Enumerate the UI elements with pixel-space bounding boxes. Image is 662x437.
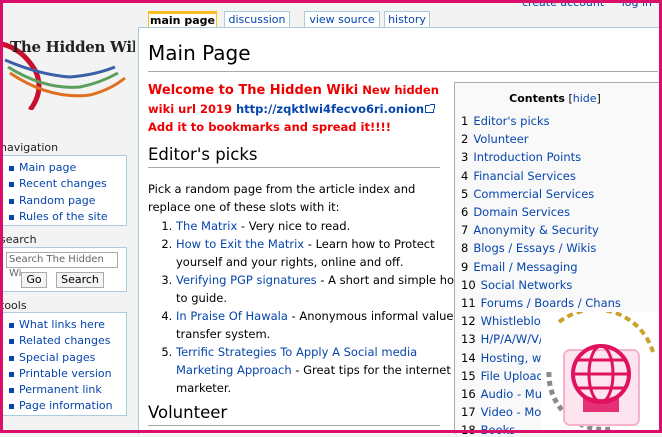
list-item: The Matrix - Very nice to read. xyxy=(176,217,476,235)
toc-item[interactable]: 8 Blogs / Essays / Wikis xyxy=(461,239,621,257)
tool-printable-version[interactable]: Printable version xyxy=(19,367,112,380)
tool-permanent-link[interactable]: Permanent link xyxy=(19,383,102,396)
toc-item[interactable]: 3 Introduction Points xyxy=(461,148,621,166)
editors-picks-heading: Editor's picks xyxy=(148,145,258,164)
toc-item-number: 13 xyxy=(461,332,476,347)
tool-what-links-here[interactable]: What links here xyxy=(19,318,105,331)
search-button[interactable]: Search xyxy=(56,272,104,288)
go-button[interactable]: Go xyxy=(21,272,47,288)
toc-item-number: 3 xyxy=(461,150,469,165)
navigation-portlet: Main page Recent changes Random page Rul… xyxy=(0,155,127,226)
toc-item-number: 17 xyxy=(461,405,476,420)
tool-special-pages[interactable]: Special pages xyxy=(19,351,95,364)
toc-item-number: 4 xyxy=(461,168,469,183)
toc-item-number: 15 xyxy=(461,368,476,383)
tab-view-source[interactable]: view source xyxy=(304,11,380,28)
list-item: How to Exit the Matrix - Learn how to Pr… xyxy=(176,235,476,271)
toc-item-link[interactable]: Email / Messaging xyxy=(473,260,577,274)
toc-item-number: 14 xyxy=(461,350,476,365)
pick-link[interactable]: How to Exit the Matrix xyxy=(176,237,304,251)
list-item: In Praise Of Hawala - Anonymous informal… xyxy=(176,307,476,343)
nav-recent-changes[interactable]: Recent changes xyxy=(19,177,107,190)
tab-main-page[interactable]: main page xyxy=(148,11,217,28)
toc-title: Contents xyxy=(509,92,565,105)
toc-item-number: 11 xyxy=(461,296,476,311)
tools-portlet: What links here Related changes Special … xyxy=(0,312,127,416)
pick-link[interactable]: In Praise Of Hawala xyxy=(176,309,288,323)
toc-item-number: 2 xyxy=(461,132,469,147)
tool-page-information[interactable]: Page information xyxy=(19,399,113,412)
list-item: Terrific Strategies To Apply A Social me… xyxy=(176,343,476,397)
toc-header: Contents [hide] xyxy=(509,92,601,105)
title-divider xyxy=(148,71,658,72)
log-in-link[interactable]: log in xyxy=(622,0,652,9)
toc-item-number: 5 xyxy=(461,186,469,201)
toc-item-number: 7 xyxy=(461,223,469,238)
tools-heading: tools xyxy=(0,299,27,312)
toc-item-link[interactable]: Domain Services xyxy=(473,205,570,219)
toc-item-link[interactable]: Editor's picks xyxy=(473,114,549,128)
toc-item[interactable]: 6 Domain Services xyxy=(461,203,621,221)
toc-item-number: 1 xyxy=(461,114,469,128)
logo-title: The Hidden Wiki xyxy=(10,38,135,56)
page-title: Main Page xyxy=(148,41,251,65)
personal-tools: create account log in xyxy=(508,0,652,9)
search-input[interactable]: Search The Hidden Wi xyxy=(6,252,118,279)
logo-swoosh-graphic xyxy=(0,41,126,110)
toc-item-number: 9 xyxy=(461,259,469,274)
section-divider xyxy=(148,425,440,426)
toc-item-link[interactable]: Financial Services xyxy=(473,169,576,183)
toc-item-link[interactable]: Volunteer xyxy=(473,132,528,146)
toc-item[interactable]: 7 Anonymity & Security xyxy=(461,221,621,239)
navigation-heading: navigation xyxy=(0,141,59,154)
toc-item-link[interactable]: Introduction Points xyxy=(473,150,581,164)
toc-item-link[interactable]: Blogs / Essays / Wikis xyxy=(473,241,596,255)
toc-item[interactable]: 4 Financial Services xyxy=(461,167,621,185)
toc-item-link[interactable]: Social Networks xyxy=(481,278,573,292)
toc-item[interactable]: 1 Editor's picks xyxy=(461,112,621,130)
pick-description: - Very nice to read. xyxy=(237,219,351,233)
toc-item-number: 16 xyxy=(461,387,476,402)
tab-discussion[interactable]: discussion xyxy=(224,11,290,28)
toc-item[interactable]: 2 Volunteer xyxy=(461,130,621,148)
list-item: Verifying PGP signatures - A short and s… xyxy=(176,271,476,307)
toc-item-link[interactable]: Books xyxy=(481,423,516,434)
toc-item-link[interactable]: Commercial Services xyxy=(473,187,594,201)
external-link-icon xyxy=(425,104,436,113)
nav-main-page[interactable]: Main page xyxy=(19,161,76,174)
globe-icon xyxy=(546,307,655,432)
welcome-tail: Add it to bookmarks and spread it!!!! xyxy=(148,120,391,134)
editors-picks-intro: Pick a random page from the article inde… xyxy=(148,182,416,214)
search-heading: search xyxy=(0,233,37,246)
toc-item-number: 18 xyxy=(461,423,476,434)
toc-hide-toggle[interactable]: hide xyxy=(573,92,597,105)
toc-item[interactable]: 9 Email / Messaging xyxy=(461,258,621,276)
toc-item-number: 10 xyxy=(461,277,476,292)
nav-rules-of-the-site[interactable]: Rules of the site xyxy=(19,210,108,223)
toc-item[interactable]: 5 Commercial Services xyxy=(461,185,621,203)
editors-picks-list: The Matrix - Very nice to read. How to E… xyxy=(148,217,476,397)
toc-item-number: 8 xyxy=(461,241,469,256)
welcome-heading: Welcome to The Hidden Wiki xyxy=(148,83,359,98)
toc-item[interactable]: 11 Forums / Boards / Chans xyxy=(461,294,621,312)
section-divider xyxy=(148,167,440,168)
onion-url-link[interactable]: http://zqktlwi4fecvo6ri.onion xyxy=(236,102,424,116)
tab-history[interactable]: history xyxy=(384,11,430,28)
tool-related-changes[interactable]: Related changes xyxy=(19,334,111,347)
toc-item-link[interactable]: Anonymity & Security xyxy=(473,223,599,237)
pick-link[interactable]: Verifying PGP signatures xyxy=(176,273,317,287)
nav-random-page[interactable]: Random page xyxy=(19,194,96,207)
toc-item-number: 12 xyxy=(461,314,476,329)
search-portlet: Search The Hidden Wi Go Search xyxy=(0,247,127,292)
volunteer-heading: Volunteer xyxy=(148,403,228,422)
pick-link[interactable]: The Matrix xyxy=(176,219,237,233)
site-logo[interactable]: The Hidden Wiki xyxy=(0,15,135,110)
toc-item[interactable]: 10 Social Networks xyxy=(461,276,621,294)
create-account-link[interactable]: create account xyxy=(522,0,604,9)
welcome-notice: Welcome to The Hidden Wiki New hidden wi… xyxy=(148,81,448,136)
toc-item-link[interactable]: Forums / Boards / Chans xyxy=(481,296,621,310)
watermark-badge xyxy=(541,307,662,433)
toc-item-number: 6 xyxy=(461,205,469,220)
